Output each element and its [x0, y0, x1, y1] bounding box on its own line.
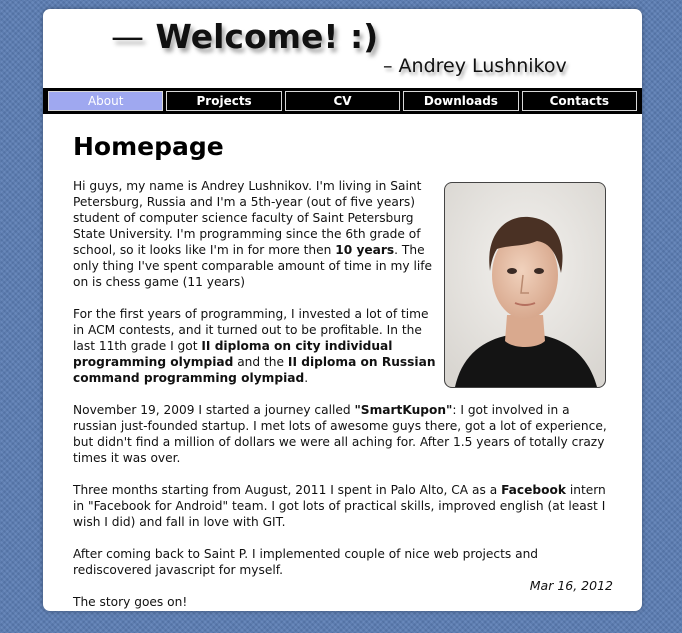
nav-item-contacts[interactable]: Contacts	[521, 91, 638, 111]
facebook-name: Facebook	[501, 483, 566, 497]
nav-item-about[interactable]: About	[48, 91, 164, 111]
header-banner: — Welcome! :) – Andrey Lushnikov	[43, 9, 642, 87]
acm-text-c: and the	[233, 355, 288, 369]
facebook-text-a: Three months starting from August, 2011 …	[73, 483, 502, 497]
portrait-image	[445, 183, 605, 387]
smartkupon-name: "SmartKupon"	[354, 403, 453, 417]
intro-text-bold: 10 years	[335, 243, 395, 257]
page-title: Homepage	[73, 132, 224, 161]
welcome-title: — Welcome! :)	[111, 17, 378, 56]
javascript-paragraph: After coming back to Saint P. I implemen…	[73, 547, 539, 577]
nav-item-cv[interactable]: CV	[284, 91, 401, 111]
main-content: Hi guys, my name is Andrey Lushnikov. I'…	[73, 178, 613, 611]
smartkupon-paragraph: November 19, 2009 I started a journey ca…	[73, 402, 613, 466]
smartkupon-text-a: November 19, 2009 I started a journey ca…	[73, 403, 355, 417]
post-date: Mar 16, 2012	[529, 578, 613, 593]
story-paragraph: The story goes on!	[73, 595, 188, 609]
author-name: – Andrey Lushnikov	[383, 55, 567, 77]
main-nav: About Projects CV Downloads Contacts	[43, 88, 642, 114]
acm-text-e: .	[304, 371, 309, 385]
facebook-paragraph: Three months starting from August, 2011 …	[73, 482, 613, 530]
page-container: — Welcome! :) – Andrey Lushnikov About P…	[43, 9, 642, 611]
title-dash: —	[111, 17, 144, 56]
welcome-text: Welcome! :)	[155, 17, 379, 56]
nav-item-downloads[interactable]: Downloads	[403, 91, 519, 111]
nav-item-projects[interactable]: Projects	[166, 91, 282, 111]
profile-photo	[444, 182, 606, 388]
